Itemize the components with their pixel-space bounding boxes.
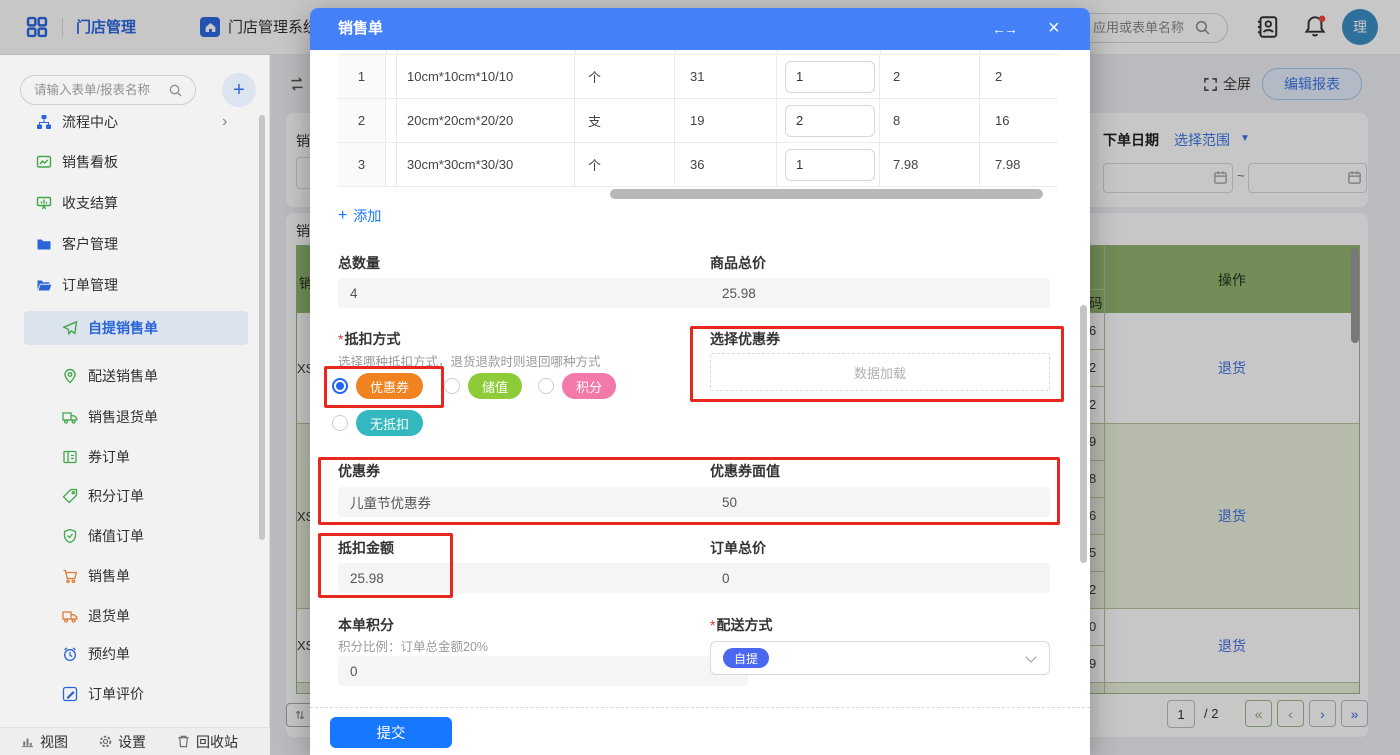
row-index: 3 <box>358 157 365 172</box>
product-name: 30cm*30cm*30/30 <box>407 157 513 172</box>
screen: 门店管理 门店管理系统 应用或表单名称 理 请输入表单/报表名称 <box>0 0 1400 755</box>
product-stock: 31 <box>690 69 704 84</box>
product-subtotal: 2 <box>995 69 1002 84</box>
row-index: 1 <box>358 69 365 84</box>
goods-total-value: 25.98 <box>710 278 1050 308</box>
modal-title: 销售单 <box>338 8 383 50</box>
total-qty-label: 总数量 <box>338 253 380 273</box>
add-label: 添加 <box>353 206 381 226</box>
plus-icon: + <box>338 207 347 225</box>
order-total-value: 0 <box>710 563 1050 593</box>
quantity-input[interactable] <box>785 61 875 93</box>
radio-option-points[interactable]: 积分 <box>538 373 616 399</box>
total-qty-value: 4 <box>338 278 748 308</box>
radio-option-none[interactable]: 无抵扣 <box>332 410 423 436</box>
points-value: 0 <box>338 656 748 686</box>
option-pill[interactable]: 无抵扣 <box>356 410 423 436</box>
delivery-value-pill: 自提 <box>723 648 769 668</box>
annotation-box-coupon-radio <box>324 366 444 408</box>
annotation-box-select-coupon <box>690 326 1064 402</box>
annotation-box-deduct-amount <box>318 533 453 598</box>
product-row: 3 30cm*30cm*30/30 个 36 7.98 7.98 <box>338 143 1058 187</box>
row-index: 2 <box>358 113 365 128</box>
close-icon[interactable]: × <box>1048 8 1060 50</box>
expand-icon[interactable]: ←→ <box>992 8 1016 50</box>
quantity-input[interactable] <box>785 105 875 137</box>
chevron-down-icon <box>1025 651 1036 662</box>
footer-divider <box>310 707 1090 708</box>
product-unit: 支 <box>588 111 601 130</box>
annotation-box-coupon-fields <box>318 457 1060 525</box>
modal-header <box>310 8 1090 50</box>
product-name: 20cm*20cm*20/20 <box>407 113 513 128</box>
product-unit: 个 <box>588 155 601 174</box>
product-stock: 19 <box>690 113 704 128</box>
deduct-method-label: 抵扣方式 <box>338 329 400 349</box>
add-row-link[interactable]: + 添加 <box>338 206 381 226</box>
radio-icon[interactable] <box>538 378 554 394</box>
option-pill[interactable]: 储值 <box>468 373 522 399</box>
goods-total-label: 商品总价 <box>710 253 766 273</box>
table-horizontal-scrollbar[interactable] <box>610 189 1043 199</box>
submit-button[interactable]: 提交 <box>330 717 452 748</box>
points-helper: 积分比例：订单总金额20% <box>338 636 488 655</box>
product-subtotal: 16 <box>995 113 1009 128</box>
product-name: 10cm*10cm*10/10 <box>407 69 513 84</box>
product-price: 2 <box>893 69 900 84</box>
modal-mask <box>0 55 270 755</box>
radio-icon[interactable] <box>332 415 348 431</box>
delivery-method-select[interactable]: 自提 <box>710 641 1050 675</box>
product-row: 2 20cm*20cm*20/20 支 19 8 16 <box>338 99 1058 143</box>
radio-option-stored[interactable]: 储值 <box>444 373 522 399</box>
product-row: 1 10cm*10cm*10/10 个 31 2 2 <box>338 54 1058 99</box>
product-price: 7.98 <box>893 157 918 172</box>
product-unit: 个 <box>588 67 601 86</box>
modal-scrollbar[interactable] <box>1080 305 1087 563</box>
order-total-label: 订单总价 <box>710 538 766 558</box>
option-pill[interactable]: 积分 <box>562 373 616 399</box>
product-stock: 36 <box>690 157 704 172</box>
product-subtotal: 7.98 <box>995 157 1020 172</box>
radio-icon[interactable] <box>444 378 460 394</box>
product-price: 8 <box>893 113 900 128</box>
delivery-method-label: 配送方式 <box>710 615 772 635</box>
quantity-input[interactable] <box>785 149 875 181</box>
points-label: 本单积分 <box>338 615 394 635</box>
